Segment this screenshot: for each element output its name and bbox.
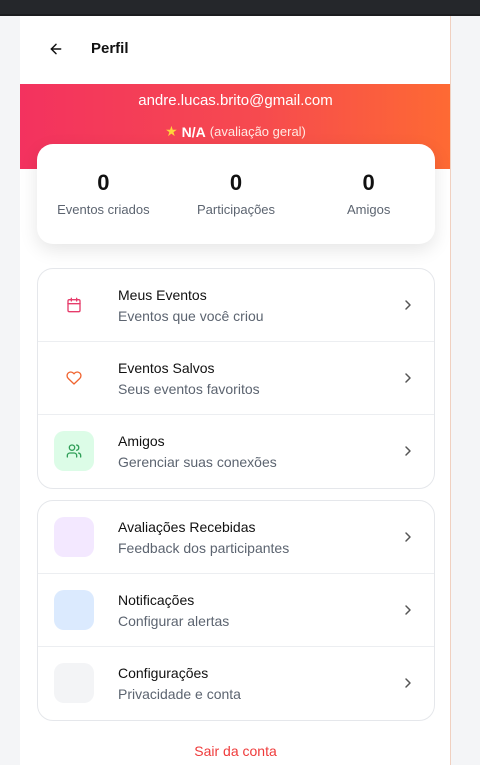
users-icon [66, 444, 82, 458]
menu-item-amigos[interactable]: Amigos Gerenciar suas conexões [38, 415, 434, 488]
stat-friends: 0 Amigos [302, 144, 435, 244]
stat-label: Participações [196, 202, 276, 217]
chevron-right-icon [405, 678, 411, 688]
menu-item-subtitle: Configurar alertas [118, 613, 230, 629]
menu-icon-box [54, 358, 94, 398]
app-header: Perfil [20, 16, 450, 84]
menu-item-title: Amigos [118, 433, 165, 449]
star-icon [54, 517, 94, 557]
arrow-left-icon [50, 43, 62, 55]
profile-screen: Perfil andre.lucas.brito@gmail.com ★ N/A… [20, 16, 451, 765]
page-title: Perfil [91, 40, 129, 57]
stats-card: 0 Eventos criados 0 Participações 0 Amig… [37, 144, 435, 244]
bell-icon [54, 590, 94, 630]
menu-item-subtitle: Gerenciar suas conexões [118, 454, 277, 470]
rating-label: (avaliação geral) [209, 124, 306, 139]
rating-summary: ★ N/A (avaliação geral) [20, 123, 450, 140]
stat-value: 0 [362, 170, 375, 195]
settings-icon [54, 663, 94, 703]
menu-item-title: Avaliações Recebidas [118, 519, 256, 535]
menu-item-subtitle: Eventos que você criou [118, 308, 264, 324]
menu-item-subtitle: Privacidade e conta [118, 686, 241, 702]
menu-item-title: Configurações [118, 665, 209, 681]
menu-item-configuracoes[interactable]: Configurações Privacidade e conta [38, 647, 434, 720]
menu-item-meus-eventos[interactable]: Meus Eventos Eventos que você criou [38, 269, 434, 342]
rating-value: N/A [181, 123, 206, 140]
stat-label: Eventos criados [57, 202, 150, 217]
chevron-right-icon [405, 373, 411, 383]
menu-item-subtitle: Feedback dos participantes [118, 540, 290, 556]
menu-item-notificacoes[interactable]: Notificações Configurar alertas [38, 574, 434, 647]
star-icon: ★ [165, 123, 178, 139]
menu-card-activity: Meus Eventos Eventos que você criou Even… [37, 268, 435, 489]
chevron-right-icon [405, 605, 411, 615]
stat-events-created: 0 Eventos criados [37, 144, 170, 244]
menu-card-settings: Avaliações Recebidas Feedback dos partic… [37, 500, 435, 721]
stat-value: 0 [229, 170, 243, 195]
menu-item-eventos-salvos[interactable]: Eventos Salvos Seus eventos favoritos [38, 342, 434, 415]
logout-button[interactable]: Sair da conta [20, 743, 450, 759]
browser-top-bar [0, 0, 480, 16]
menu-item-title: Meus Eventos [118, 287, 207, 303]
stat-label: Amigos [347, 202, 391, 217]
menu-item-avaliacoes[interactable]: Avaliações Recebidas Feedback dos partic… [38, 501, 434, 574]
calendar-icon [67, 297, 81, 313]
menu-item-title: Eventos Salvos [118, 360, 215, 376]
back-button[interactable] [46, 39, 66, 59]
menu-item-title: Notificações [118, 592, 195, 608]
user-email: andre.lucas.brito@gmail.com [138, 92, 333, 109]
chevron-right-icon [405, 532, 411, 542]
heart-icon [66, 371, 82, 385]
chevron-right-icon [405, 300, 411, 310]
menu-icon-box [54, 431, 94, 471]
menu-item-subtitle: Seus eventos favoritos [118, 381, 260, 397]
stat-participations: 0 Participações [170, 144, 303, 244]
chevron-right-icon [405, 446, 411, 456]
stat-value: 0 [97, 170, 110, 195]
menu-icon-box [54, 285, 94, 325]
